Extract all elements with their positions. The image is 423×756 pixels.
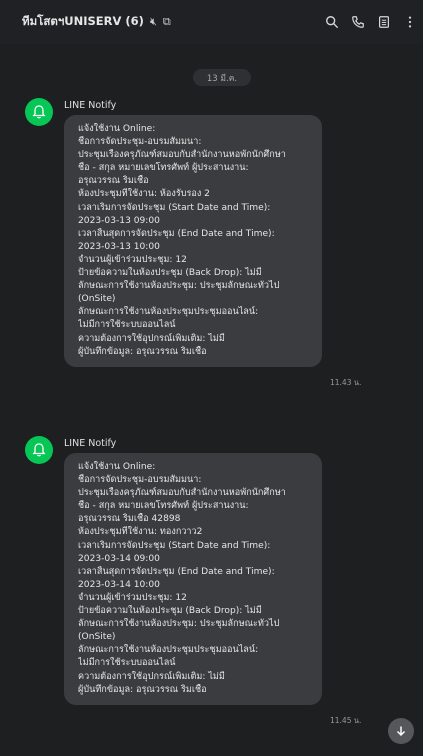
message-line: (OnSite) [78, 632, 116, 643]
search-icon[interactable] [325, 15, 339, 29]
sender-name: LINE Notify [64, 438, 117, 449]
message-line: ชื่อการจัดประชุม-อบรมสัมมนา: [78, 475, 202, 486]
message-line: ชื่อการจัดประชุม-อบรมสัมมนา: [78, 137, 202, 148]
message-line: เวลาสิ้นสุดการจัดประชุม (End Date and Ti… [78, 228, 275, 239]
open-external-icon[interactable]: ⧉ [163, 15, 171, 29]
message-line: 2023-03-14 10:00 [78, 579, 160, 590]
message-time: 11.45 น. [330, 716, 362, 725]
date-separator: 13 มี.ค. [193, 69, 251, 86]
speaker-muted-icon: 🔇︎ [149, 15, 157, 28]
message-line: ไม่มีการใช้ระบบออนไลน์ [78, 658, 176, 669]
chat-header: ทีมโสตฯUNISERV (6) 🔇︎ ⧉ [0, 0, 423, 44]
message-line: 2023-03-14 09:00 [78, 553, 160, 564]
more-icon[interactable] [403, 15, 417, 29]
message-line: เวลาเริ่มการจัดประชุม (Start Date and Ti… [78, 540, 271, 551]
message-line: จำนวนผู้เข้าร่วมประชุม: 12 [78, 592, 187, 603]
phone-icon[interactable] [351, 15, 365, 29]
arrow-down-icon [396, 726, 406, 737]
message-line: ประชุมเรื่องครุภัณฑ์สมอบกับสำนักงานหอพัก… [78, 488, 286, 499]
message-line: ห้องประชุมที่ใช้งาน: ห้องรับรอง 2 [78, 189, 210, 200]
message-line: แจ้งใช้งาน Online: [78, 462, 156, 472]
scroll-to-bottom-button[interactable] [388, 718, 414, 744]
message-line: ลักษณะการใช้งานห้องประชุมประชุมออนไลน์: [78, 645, 259, 656]
notes-icon[interactable] [377, 15, 391, 29]
message-bubble[interactable]: แจ้งใช้งาน Online: ชื่อการจัดประชุม-อบรมส… [64, 115, 322, 367]
message-line: ความต้องการใช้อุปกรณ์เพิ่มเติม: ไม่มี [78, 333, 225, 344]
bell-icon[interactable] [25, 98, 53, 126]
message-line: ผู้บันทึกข้อมูล: อรุณวรรณ ริมเชื้อ [78, 346, 207, 357]
message-line: ป้ายข้อความในห้องประชุม (Back Drop): ไม่… [78, 606, 262, 617]
message-time: 11.43 น. [330, 378, 362, 387]
message-line: แจ้งใช้งาน Online: [78, 124, 156, 134]
message-line: (OnSite) [78, 294, 116, 305]
message-line: ป้ายข้อความในห้องประชุม (Back Drop): ไม่… [78, 268, 262, 279]
message-line: ลักษณะการใช้งานห้องประชุม: ประชุมลักษณะท… [78, 619, 280, 630]
message-line: ประชุมเรื่องครุภัณฑ์สมอบกับสำนักงานหอพัก… [78, 150, 286, 161]
message-line: 2023-03-13 09:00 [78, 215, 160, 226]
message-line: ชื่อ - สกุล หมายเลขโทรศัพท์ ผู้ประสานงาน… [78, 501, 249, 512]
message-line: ลักษณะการใช้งานห้องประชุมประชุมออนไลน์: [78, 307, 259, 318]
message-line: ไม่มีการใช้ระบบออนไลน์ [78, 320, 176, 331]
chat-title[interactable]: ทีมโสตฯUNISERV (6) 🔇︎ ⧉ [22, 13, 171, 31]
message-line: เวลาสิ้นสุดการจัดประชุม (End Date and Ti… [78, 566, 275, 577]
chat-name: ทีมโสตฯUNISERV (6) [22, 14, 144, 28]
message-line: อรุณวรรณ ริมเชื้อ [78, 176, 149, 187]
bell-icon[interactable] [25, 436, 53, 464]
message-line: จำนวนผู้เข้าร่วมประชุม: 12 [78, 254, 187, 265]
message-line: ชื่อ - สกุล หมายเลขโทรศัพท์ ผู้ประสานงาน… [78, 163, 249, 174]
message-bubble[interactable]: แจ้งใช้งาน Online: ชื่อการจัดประชุม-อบรมส… [64, 453, 322, 705]
message-line: อรุณวรรณ ริมเชื้อ 42898 [78, 514, 181, 525]
message-line: ลักษณะการใช้งานห้องประชุม: ประชุมลักษณะท… [78, 281, 280, 292]
message-line: ความต้องการใช้อุปกรณ์เพิ่มเติม: ไม่มี [78, 671, 225, 682]
sender-name: LINE Notify [64, 100, 117, 111]
message-line: 2023-03-13 10:00 [78, 241, 160, 252]
message-line: ห้องประชุมที่ใช้งาน: ทองกวาว2 [78, 527, 203, 538]
message-line: เวลาเริ่มการจัดประชุม (Start Date and Ti… [78, 202, 271, 213]
message-line: ผู้บันทึกข้อมูล: อรุณวรรณ ริมเชื้อ [78, 684, 207, 695]
